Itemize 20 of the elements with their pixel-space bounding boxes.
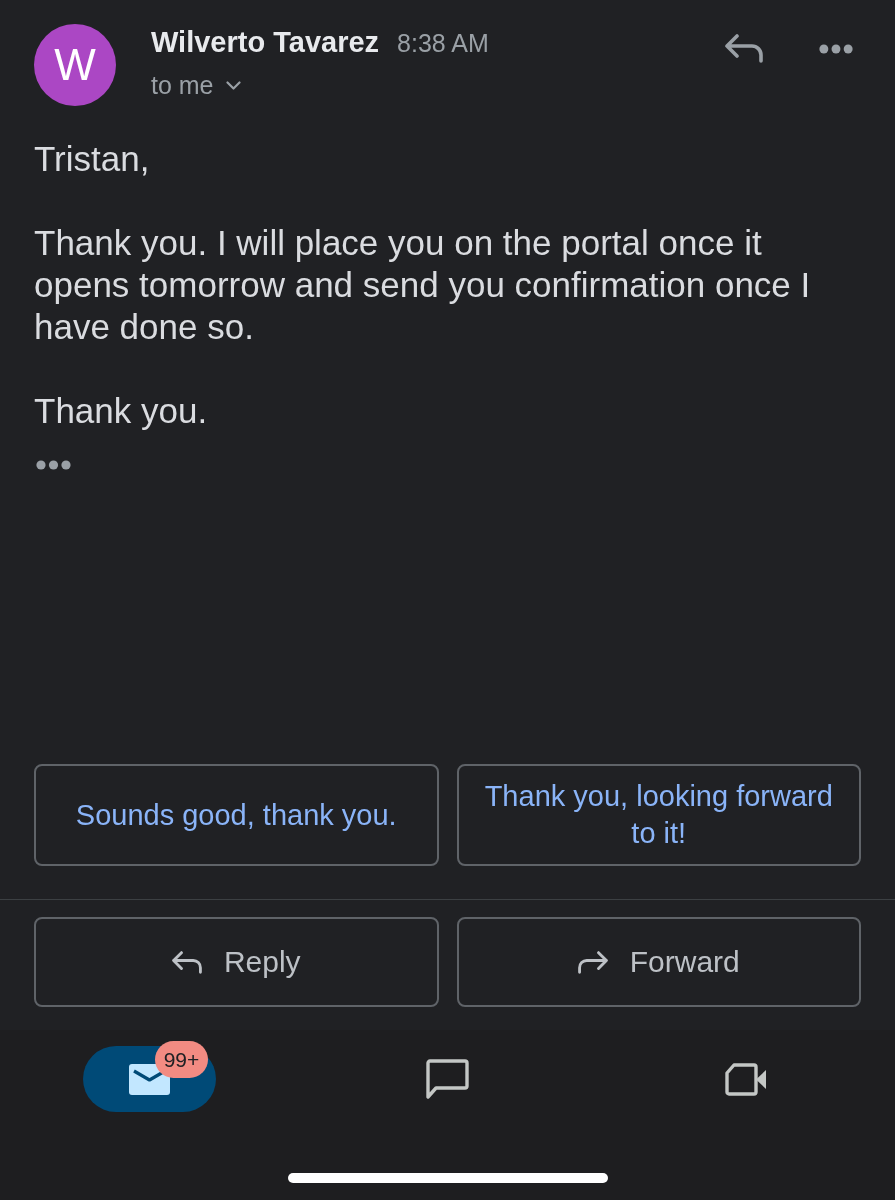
sent-time: 8:38 AM	[397, 29, 489, 58]
smart-reply-button[interactable]: Thank you, looking forward to it!	[456, 764, 861, 866]
reply-arrow-icon	[171, 950, 202, 974]
smart-reply-button[interactable]: Sounds good, thank you.	[34, 764, 439, 866]
video-camera-icon	[724, 1062, 767, 1096]
reply-icon[interactable]	[725, 34, 763, 63]
chat-bubble-icon	[426, 1058, 469, 1100]
sender-name: Wilverto Tavarez	[151, 26, 380, 59]
reply-button[interactable]: Reply	[34, 917, 439, 1007]
more-icon[interactable]	[819, 43, 853, 54]
recipient-button[interactable]: to me	[151, 71, 241, 100]
chevron-down-icon	[225, 81, 241, 90]
sender-avatar: W	[34, 24, 116, 106]
message-paragraph: Thank you. I will place you on the portal once it opens tomorrow and send you confirmation once I have done so.	[34, 222, 812, 348]
unread-count-badge: 99+	[154, 1041, 209, 1078]
message-paragraph: Thank you.	[34, 390, 209, 432]
ellipsis-icon[interactable]	[36, 460, 71, 470]
forward-icon	[577, 950, 608, 974]
message-paragraph: Tristan,	[34, 138, 151, 180]
forward-button[interactable]: Forward	[456, 917, 861, 1007]
